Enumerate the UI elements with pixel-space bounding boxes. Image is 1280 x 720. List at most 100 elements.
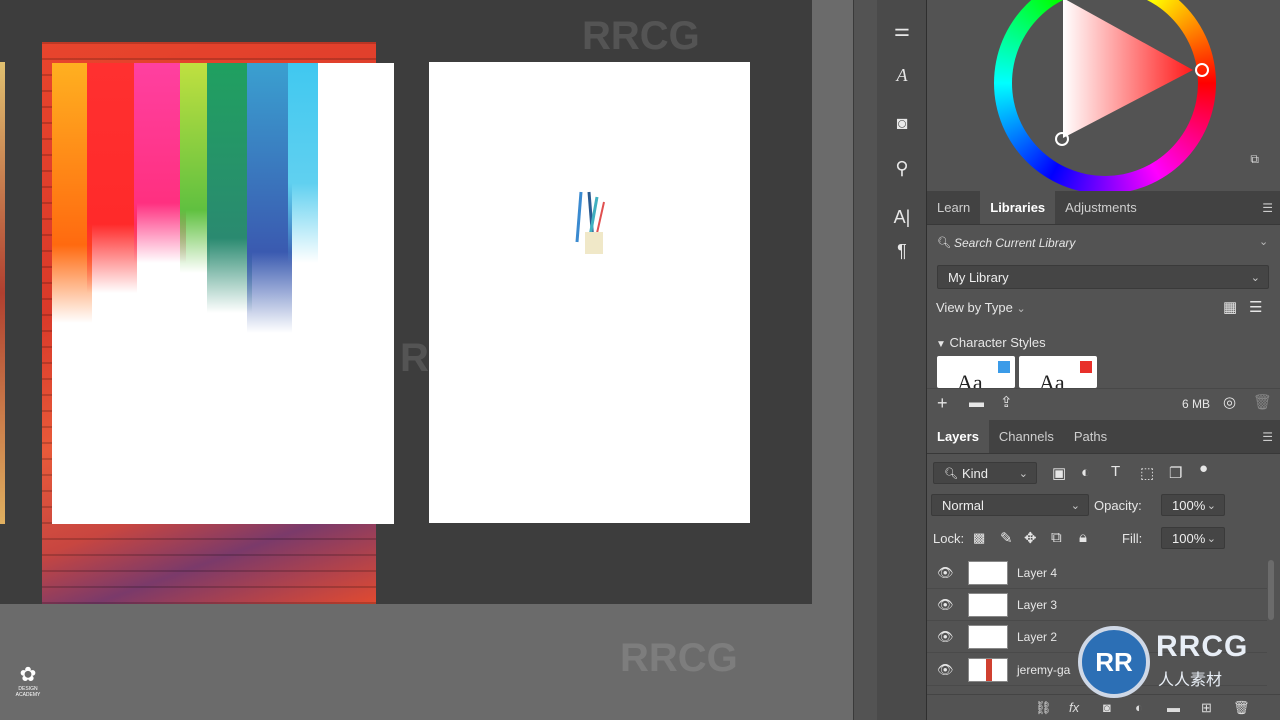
library-size: 6 MB	[1182, 397, 1211, 411]
character-icon[interactable]: A|	[877, 202, 927, 232]
lock-paint-brush-icon[interactable]: ✎	[1000, 529, 1013, 547]
section-title: Character Styles	[949, 335, 1046, 350]
layer-name[interactable]: Layer 3	[1017, 598, 1057, 612]
layer-name[interactable]: Layer 2	[1017, 630, 1057, 644]
rrcg-subtitle: 人人素材	[1158, 672, 1223, 689]
color-wheel-panel[interactable]: ⧉	[927, 0, 1280, 194]
chevron-down-icon: ⌄	[1018, 467, 1028, 480]
panel-menu-icon[interactable]: ☰	[1262, 201, 1273, 215]
chevron-down-icon: ⌄	[1206, 532, 1216, 545]
hue-handle[interactable]	[1195, 63, 1209, 77]
list-view-icon[interactable]: ☰	[1249, 298, 1262, 316]
eye-icon[interactable]: 👁︎	[937, 565, 954, 581]
trash-icon[interactable]: 🗑︎	[1253, 393, 1272, 411]
character-style-card[interactable]: Aa	[1019, 356, 1097, 388]
add-mask-icon[interactable]: ◙	[1103, 700, 1111, 715]
delete-layer-icon[interactable]: 🗑︎	[1233, 700, 1250, 716]
chevron-down-icon: ⌄	[1206, 499, 1216, 512]
cloud-sync-icon[interactable]: ◎	[1223, 393, 1236, 411]
type-filter-icon[interactable]: T	[1111, 463, 1120, 480]
character-style-card[interactable]: Aa	[937, 356, 1015, 388]
rrcg-brand: RRCG	[1156, 630, 1249, 663]
layer-name[interactable]: jeremy-ga	[1017, 663, 1070, 677]
color-picker-handle[interactable]	[1055, 132, 1069, 146]
chevron-down-icon: ⌄	[1070, 499, 1080, 512]
lock-artboard-icon[interactable]: ⧉	[1051, 529, 1062, 546]
fill-input[interactable]: 100% ⌄	[1161, 527, 1225, 549]
layer-row[interactable]: 👁︎ Layer 4	[927, 557, 1267, 589]
adjustment-filter-icon[interactable]: ◐	[1081, 464, 1090, 481]
upload-icon[interactable]: ⇪	[1000, 393, 1013, 411]
saturation-triangle[interactable]	[1063, 0, 1203, 148]
type-glyph-icon[interactable]: A	[877, 60, 927, 90]
tab-paths[interactable]: Paths	[1064, 420, 1117, 453]
new-layer-icon[interactable]: ⊞	[1201, 700, 1212, 716]
folder-icon[interactable]: ▬	[969, 394, 984, 411]
lock-transparent-icon[interactable]: ▩	[973, 530, 985, 546]
color-swatch	[1080, 361, 1092, 373]
shape-filter-icon[interactable]: ⬚	[1140, 464, 1154, 482]
panel-menu-icon[interactable]: ☰	[1262, 430, 1273, 444]
link-layers-icon[interactable]: ⛓	[1035, 700, 1052, 716]
fx-button[interactable]: fx	[1069, 700, 1079, 715]
blend-mode-value: Normal	[942, 497, 984, 513]
filter-toggle-icon[interactable]: ●	[1199, 460, 1208, 477]
library-footer: + ▬ ⇪ 6 MB ◎ 🗑︎	[927, 388, 1280, 416]
tab-channels[interactable]: Channels	[989, 420, 1064, 453]
design-academy-logo: ✿ DESIGN ACADEMY	[6, 664, 50, 704]
right-panels: ⧉ Learn Libraries Adjustments ☰ 🔍︎ Searc…	[926, 0, 1280, 720]
kind-filter-select[interactable]: 🔍︎ Kind ⌄	[933, 462, 1037, 484]
grid-view-icon[interactable]: ▦	[1223, 298, 1237, 316]
opacity-input[interactable]: 100% ⌄	[1161, 494, 1225, 516]
chevron-down-icon: ⌄	[1250, 271, 1260, 284]
layers-tab-bar: Layers Channels Paths ☰	[927, 420, 1280, 454]
layers-footer: ⛓ fx ◙ ◐ ▬ ⊞ 🗑︎	[927, 694, 1280, 720]
lock-label: Lock:	[933, 531, 965, 546]
layers-scrollbar[interactable]	[1268, 560, 1274, 620]
stamp-icon[interactable]: ⚲	[877, 153, 927, 183]
tab-learn[interactable]: Learn	[927, 191, 980, 224]
layer-thumbnail	[968, 593, 1008, 617]
panel-options-icon[interactable]: ⧉	[1250, 152, 1259, 167]
paragraph-icon[interactable]: ¶	[877, 236, 927, 266]
layer-name[interactable]: Layer 4	[1017, 566, 1057, 580]
artboard-paint-strokes[interactable]	[52, 63, 394, 524]
eye-icon[interactable]: 👁︎	[937, 629, 954, 645]
library-select[interactable]: My Library ⌄	[937, 265, 1269, 289]
opacity-value: 100%	[1172, 497, 1206, 513]
new-adjustment-icon[interactable]: ◐	[1135, 700, 1143, 715]
chevron-down-icon: ⌄	[1016, 303, 1026, 315]
color-swatch	[998, 361, 1010, 373]
lock-position-icon[interactable]: ✥	[1024, 529, 1037, 547]
new-group-icon[interactable]: ▬	[1167, 700, 1180, 715]
character-styles-section[interactable]: ▼ Character Styles	[936, 335, 1046, 350]
logo-text: DESIGN ACADEMY	[15, 686, 41, 698]
tab-libraries[interactable]: Libraries	[980, 191, 1056, 224]
kind-filter-value: Kind	[961, 465, 988, 481]
blend-mode-select[interactable]: Normal ⌄	[931, 494, 1089, 516]
eye-icon[interactable]: 👁︎	[937, 662, 954, 678]
offscreen-artboard-edge	[0, 62, 5, 524]
search-icon: 🔍︎	[937, 237, 951, 249]
library-search-input[interactable]: Search Current Library	[954, 236, 1075, 250]
tab-adjustments[interactable]: Adjustments	[1055, 191, 1147, 224]
layer-thumbnail	[968, 658, 1008, 682]
camera-icon[interactable]: ◙	[877, 108, 927, 138]
add-icon[interactable]: +	[937, 393, 948, 414]
card-label: Aa	[1039, 370, 1065, 388]
smart-object-filter-icon[interactable]: ❐	[1169, 464, 1182, 482]
chevron-down-icon[interactable]: ⌄	[1259, 235, 1268, 248]
adjust-sliders-icon[interactable]: ⚌	[877, 15, 927, 45]
layer-thumbnail	[968, 625, 1008, 649]
artboard-pencils[interactable]	[429, 62, 750, 523]
lock-all-icon[interactable]: 🔒︎	[1079, 529, 1087, 546]
layer-row[interactable]: 👁︎ Layer 3	[927, 589, 1267, 621]
eye-icon[interactable]: 👁︎	[937, 597, 954, 613]
fill-value: 100%	[1172, 530, 1206, 546]
fill-label: Fill:	[1122, 531, 1143, 546]
tab-layers[interactable]: Layers	[927, 420, 989, 453]
pixel-filter-icon[interactable]: ▣	[1052, 464, 1066, 482]
photoshop-window: ✿ DESIGN ACADEMY ⚌ A ◙ ⚲ A| ¶ ⧉ Learn Li…	[0, 0, 1280, 720]
canvas-area[interactable]: ✿ DESIGN ACADEMY	[0, 0, 853, 720]
view-by-type-dropdown[interactable]: View by Type ⌄	[936, 300, 1026, 315]
